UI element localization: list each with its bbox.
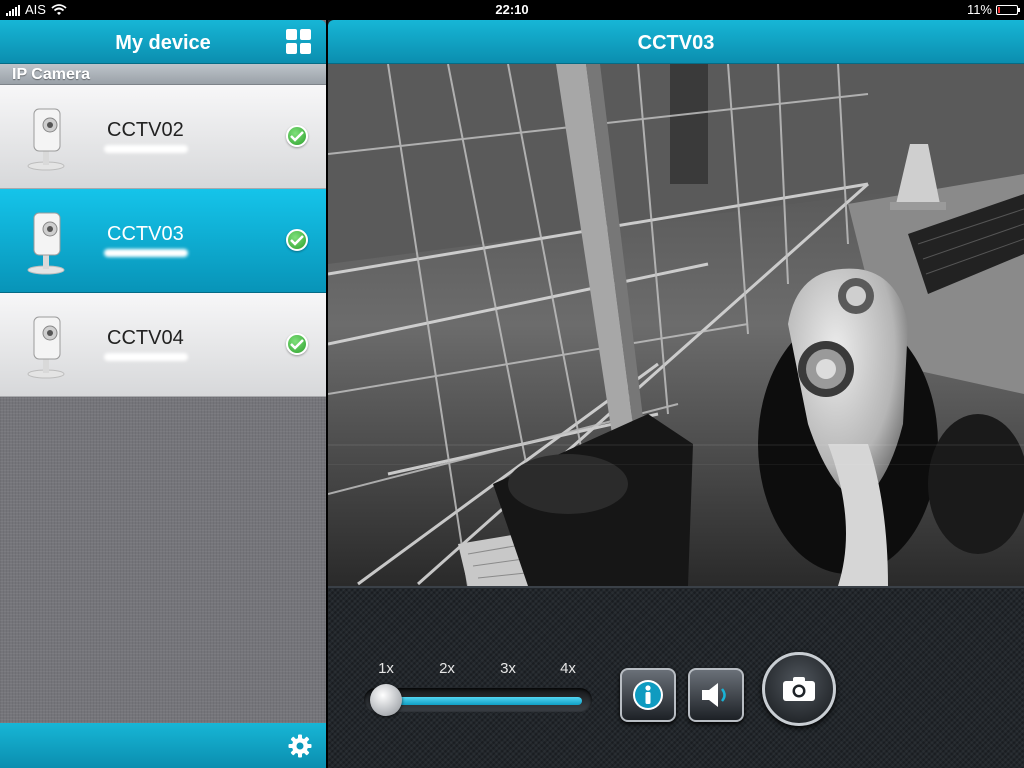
video-frame <box>328 64 1024 586</box>
info-button[interactable] <box>620 668 676 722</box>
zoom-label-3x[interactable]: 3x <box>500 660 516 677</box>
grid-icon[interactable] <box>286 29 312 55</box>
device-redacted-info <box>104 249 188 257</box>
check-circle-icon <box>286 229 308 251</box>
device-name: CCTV02 <box>107 119 184 141</box>
clock: 22:10 <box>495 2 529 17</box>
signal-icon <box>6 4 20 16</box>
device-row-cctv02[interactable]: CCTV02 <box>0 85 326 189</box>
ip-camera-icon <box>27 108 65 171</box>
ip-camera-icon <box>27 316 65 379</box>
device-panel-title: My device <box>115 32 211 54</box>
device-redacted-info <box>104 353 188 361</box>
device-row-cctv03[interactable]: CCTV03 <box>0 189 326 293</box>
playback-controls: 1x 2x 3x 4x <box>328 586 1024 768</box>
zoom-label-1x[interactable]: 1x <box>378 660 394 677</box>
snapshot-button[interactable] <box>762 652 836 726</box>
device-panel-header: My device <box>0 20 326 64</box>
audio-button[interactable] <box>688 668 744 722</box>
speaker-icon <box>702 683 726 707</box>
zoom-slider-knob[interactable] <box>370 684 402 716</box>
device-name: CCTV04 <box>107 327 184 349</box>
device-list: CCTV02 CCTV03 CCTV04 <box>0 85 326 397</box>
zoom-label-4x[interactable]: 4x <box>560 660 576 677</box>
device-panel: My device IP Camera CCTV02 CCTV03 CCTV04 <box>0 20 326 768</box>
zoom-slider-track <box>372 697 582 705</box>
carrier-label: AIS <box>25 2 46 17</box>
section-header: IP Camera <box>0 64 326 85</box>
battery-percent: 11% <box>966 2 992 17</box>
live-view-header: CCTV03 <box>328 20 1024 64</box>
gear-icon[interactable] <box>288 734 312 758</box>
device-name: CCTV03 <box>107 223 184 245</box>
status-bar: AIS 22:10 11% <box>0 0 1024 20</box>
camera-video-feed[interactable] <box>328 64 1024 586</box>
zoom-slider[interactable] <box>364 684 592 716</box>
check-circle-icon <box>286 125 308 147</box>
live-view-panel: CCTV03 1x 2x 3x 4x <box>328 20 1024 768</box>
device-row-cctv04[interactable]: CCTV04 <box>0 293 326 397</box>
battery-icon <box>996 4 1020 15</box>
section-label: IP Camera <box>12 66 90 83</box>
device-panel-footer <box>0 723 326 768</box>
zoom-labels: 1x 2x 3x 4x <box>364 660 604 678</box>
check-circle-icon <box>286 333 308 355</box>
info-icon <box>633 680 663 710</box>
camera-title: CCTV03 <box>637 32 715 54</box>
ip-camera-icon <box>27 212 65 275</box>
zoom-label-2x[interactable]: 2x <box>439 660 455 677</box>
wifi-icon <box>51 3 67 15</box>
device-redacted-info <box>104 145 188 153</box>
camera-icon <box>783 677 815 701</box>
